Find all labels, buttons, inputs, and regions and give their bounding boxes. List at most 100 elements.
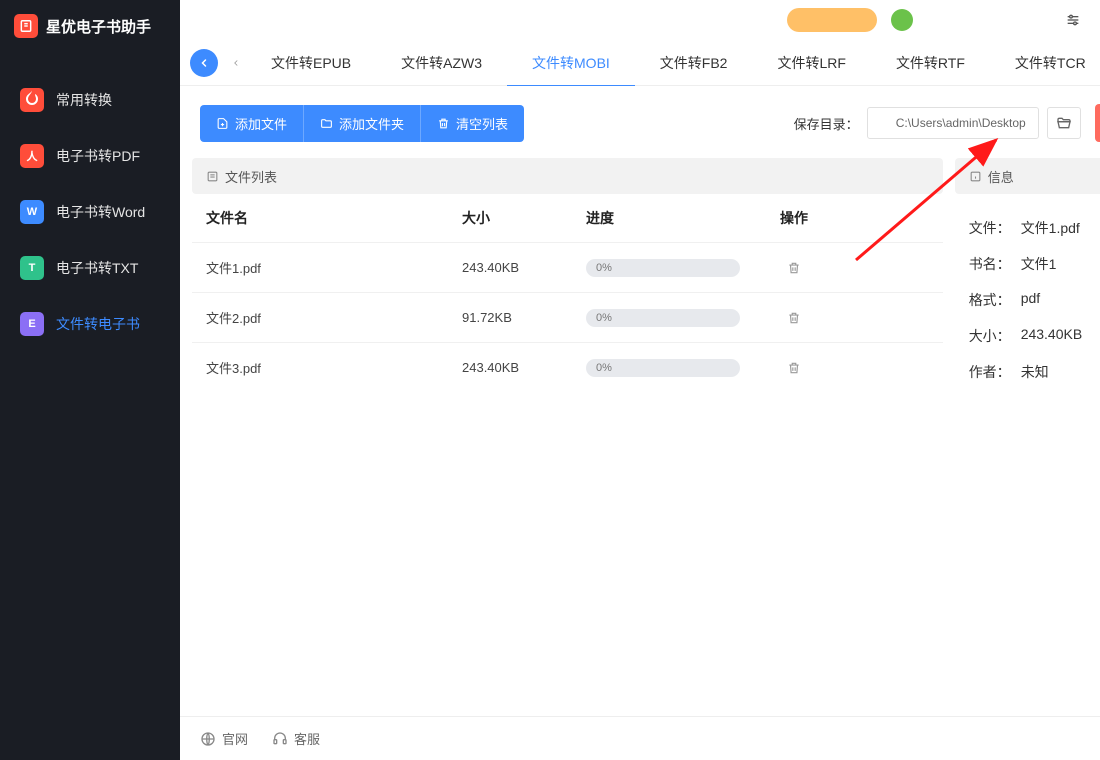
- table-row[interactable]: 文件3.pdf 243.40KB 0%: [192, 342, 943, 392]
- settings-button[interactable]: [1053, 0, 1093, 40]
- col-name: 文件名: [206, 208, 462, 228]
- add-file-button[interactable]: 添加文件: [200, 105, 303, 142]
- table-header: 文件名 大小 进度 操作: [192, 194, 943, 242]
- info-value: pdf: [1021, 290, 1040, 310]
- delete-row-button[interactable]: [764, 361, 824, 375]
- main-area: 文件转EPUB 文件转AZW3 文件转MOBI 文件转FB2 文件转LRF 文件…: [180, 0, 1100, 760]
- cell-name: 文件2.pdf: [206, 308, 462, 327]
- tabs-scroll-left[interactable]: [226, 58, 246, 68]
- sidebar: 星优电子书助手 常用转换 人 电子书转PDF W 电子书转Word T 电子书转…: [0, 0, 180, 760]
- sidebar-label: 常用转换: [56, 90, 112, 110]
- txt-icon: T: [20, 256, 44, 280]
- add-folder-button[interactable]: 添加文件夹: [303, 105, 420, 142]
- table-row[interactable]: 文件1.pdf 243.40KB 0%: [192, 242, 943, 292]
- delete-row-button[interactable]: [764, 261, 824, 275]
- back-button[interactable]: [190, 49, 218, 77]
- word-icon: W: [20, 200, 44, 224]
- cell-progress: 0%: [586, 359, 764, 377]
- cell-progress: 0%: [586, 309, 764, 327]
- sidebar-label: 文件转电子书: [56, 314, 140, 334]
- fire-icon: [20, 88, 44, 112]
- minimize-button[interactable]: [1093, 0, 1100, 40]
- sidebar-label: 电子书转TXT: [56, 258, 138, 278]
- tab-azw3[interactable]: 文件转AZW3: [376, 40, 507, 86]
- sidebar-item-txt[interactable]: T 电子书转TXT: [0, 240, 180, 296]
- content-area: 文件列表 文件名 大小 进度 操作 文件1.pdf 243.40KB 0% 文件…: [180, 158, 1100, 716]
- sidebar-item-pdf[interactable]: 人 电子书转PDF: [0, 128, 180, 184]
- app-title: 星优电子书助手: [46, 16, 151, 37]
- info-key: 大小：: [969, 326, 1011, 346]
- trash-icon: [787, 261, 801, 275]
- file-add-icon: [216, 117, 229, 130]
- cell-size: 91.72KB: [462, 310, 586, 325]
- info-value: 文件1: [1021, 254, 1057, 274]
- folder-add-icon: [320, 117, 333, 130]
- footer: 官网 客服 版本：v1.4.0.0: [180, 716, 1100, 760]
- col-progress: 进度: [586, 208, 764, 228]
- info-value: 未知: [1021, 362, 1049, 382]
- tab-tcr[interactable]: 文件转TCR: [990, 40, 1100, 86]
- cell-size: 243.40KB: [462, 360, 586, 375]
- file-button-group: 添加文件 添加文件夹 清空列表: [200, 105, 524, 142]
- folder-open-icon: [1056, 115, 1072, 131]
- delete-row-button[interactable]: [764, 311, 824, 325]
- app-logo-row: 星优电子书助手: [0, 0, 180, 52]
- info-key: 书名：: [969, 254, 1011, 274]
- sidebar-item-common[interactable]: 常用转换: [0, 72, 180, 128]
- table-body: 文件1.pdf 243.40KB 0% 文件2.pdf 91.72KB 0% 文…: [192, 242, 943, 392]
- info-value: 文件1.pdf: [1021, 218, 1080, 238]
- promo-pill[interactable]: [787, 8, 877, 32]
- sidebar-label: 电子书转Word: [56, 202, 145, 222]
- trash-icon: [437, 117, 450, 130]
- save-path-input[interactable]: [867, 107, 1039, 139]
- sidebar-item-word[interactable]: W 电子书转Word: [0, 184, 180, 240]
- info-header: 信息: [955, 158, 1100, 194]
- ebook-icon: E: [20, 312, 44, 336]
- info-key: 格式：: [969, 290, 1011, 310]
- file-list-header: 文件列表: [192, 158, 943, 194]
- trash-icon: [787, 311, 801, 325]
- format-tabs: 文件转EPUB 文件转AZW3 文件转MOBI 文件转FB2 文件转LRF 文件…: [246, 40, 1100, 86]
- info-panel: 信息 文件：文件1.pdf书名：文件1格式：pdf大小：243.40KB作者：未…: [955, 158, 1100, 704]
- info-row: 书名： 文件1: [955, 246, 1100, 282]
- tab-epub[interactable]: 文件转EPUB: [246, 40, 376, 86]
- user-avatar[interactable]: [891, 9, 913, 31]
- table-row[interactable]: 文件2.pdf 91.72KB 0%: [192, 292, 943, 342]
- col-op: 操作: [764, 208, 824, 228]
- headset-icon: [272, 731, 288, 747]
- info-key: 文件：: [969, 218, 1011, 238]
- file-list-panel: 文件列表 文件名 大小 进度 操作 文件1.pdf 243.40KB 0% 文件…: [192, 158, 943, 704]
- info-body: 文件：文件1.pdf书名：文件1格式：pdf大小：243.40KB作者：未知: [955, 194, 1100, 406]
- save-dir-label: 保存目录：: [794, 114, 859, 133]
- pdf-icon: 人: [20, 144, 44, 168]
- clear-list-button[interactable]: 清空列表: [420, 105, 524, 142]
- tab-mobi[interactable]: 文件转MOBI: [507, 40, 635, 86]
- tab-fb2[interactable]: 文件转FB2: [635, 40, 753, 86]
- tab-rtf[interactable]: 文件转RTF: [871, 40, 990, 86]
- format-tabs-row: 文件转EPUB 文件转AZW3 文件转MOBI 文件转FB2 文件转LRF 文件…: [180, 40, 1100, 86]
- info-row: 文件： 文件1.pdf: [955, 210, 1100, 246]
- info-icon: [969, 170, 982, 183]
- trash-icon: [787, 361, 801, 375]
- tab-lrf[interactable]: 文件转LRF: [752, 40, 870, 86]
- col-size: 大小: [462, 208, 586, 228]
- cell-progress: 0%: [586, 259, 764, 277]
- app-logo-icon: [14, 14, 38, 38]
- globe-icon: [200, 731, 216, 747]
- official-site-link[interactable]: 官网: [200, 729, 248, 748]
- list-icon: [206, 170, 219, 183]
- action-toolbar: 添加文件 添加文件夹 清空列表 保存目录： 开始转换: [180, 86, 1100, 158]
- cell-name: 文件1.pdf: [206, 258, 462, 277]
- browse-folder-button[interactable]: [1047, 107, 1081, 139]
- sidebar-nav: 常用转换 人 电子书转PDF W 电子书转Word T 电子书转TXT E 文件…: [0, 52, 180, 352]
- info-key: 作者：: [969, 362, 1011, 382]
- start-convert-button[interactable]: 开始转换: [1095, 104, 1100, 142]
- titlebar: [180, 0, 1100, 40]
- info-row: 格式： pdf: [955, 282, 1100, 318]
- support-link[interactable]: 客服: [272, 729, 320, 748]
- cell-size: 243.40KB: [462, 260, 586, 275]
- cell-name: 文件3.pdf: [206, 358, 462, 377]
- sidebar-item-ebook[interactable]: E 文件转电子书: [0, 296, 180, 352]
- info-row: 作者： 未知: [955, 354, 1100, 390]
- sidebar-label: 电子书转PDF: [56, 146, 140, 166]
